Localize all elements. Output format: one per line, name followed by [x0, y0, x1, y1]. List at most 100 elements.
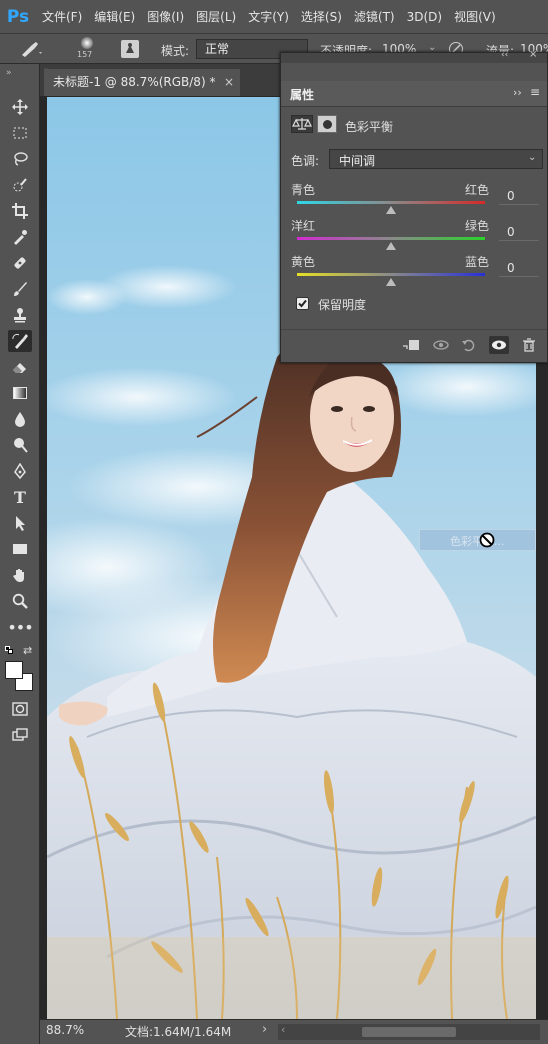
gradient-tool[interactable]: [8, 382, 32, 404]
more-tools[interactable]: •••: [7, 616, 33, 638]
view-previous-state-button[interactable]: [431, 336, 451, 354]
toggle-visibility-button[interactable]: [489, 336, 509, 354]
scrollbar-thumb[interactable]: [362, 1027, 456, 1037]
magenta-green-slider[interactable]: 洋红 绿色 0: [291, 217, 541, 253]
quick-mask-icon: [12, 702, 28, 716]
clip-to-layer-button[interactable]: [401, 336, 421, 354]
panel-drag-bar[interactable]: ‹‹ ×: [281, 49, 547, 63]
menu-select[interactable]: 选择(S): [295, 0, 348, 34]
menu-file[interactable]: 文件(F): [36, 0, 88, 34]
move-tool[interactable]: [8, 96, 32, 118]
eyedropper-tool[interactable]: [8, 226, 32, 248]
marquee-tool[interactable]: [8, 122, 32, 144]
document-tab-close[interactable]: ×: [224, 69, 234, 96]
layer-mask-button[interactable]: [317, 115, 337, 133]
rectangle-tool[interactable]: [8, 538, 32, 560]
checkmark-icon: [298, 299, 307, 308]
menu-3d[interactable]: 3D(D): [401, 0, 448, 34]
screen-mode-button[interactable]: [8, 724, 32, 746]
brush-panel-toggle[interactable]: [121, 40, 139, 58]
panel-collapse-icon[interactable]: ‹‹: [501, 50, 508, 60]
eraser-tool[interactable]: [8, 356, 32, 378]
gradient-icon: [13, 387, 27, 399]
history-brush-tool[interactable]: [8, 330, 32, 352]
crop-tool[interactable]: [8, 200, 32, 222]
type-icon: T: [14, 487, 26, 507]
menu-layer[interactable]: 图层(L): [190, 0, 242, 34]
mode-label: 模式:: [161, 44, 190, 58]
tools-panel: » T ••• ⇄: [0, 64, 40, 1044]
lasso-tool[interactable]: [8, 148, 32, 170]
zoom-tool[interactable]: [8, 590, 32, 612]
zoom-icon: [12, 593, 28, 609]
hand-icon: [13, 569, 24, 582]
screen-mode-icon: [12, 728, 28, 741]
menu-image[interactable]: 图像(I): [141, 0, 190, 34]
brush-icon: [14, 282, 27, 296]
quick-select-tool[interactable]: [8, 174, 32, 196]
toolbar-collapse-arrows[interactable]: »: [6, 68, 12, 78]
path-selection-tool[interactable]: [8, 512, 32, 534]
panel-expand-icon[interactable]: ››: [513, 86, 522, 99]
rectangle-icon: [13, 544, 27, 554]
tool-preset-picker[interactable]: [18, 40, 44, 58]
menu-view[interactable]: 视图(V): [448, 0, 502, 34]
slider-value[interactable]: 0: [499, 225, 539, 241]
swap-colors-icon[interactable]: ⇄: [23, 644, 32, 657]
eyedropper-icon: [14, 230, 27, 245]
slider-handle[interactable]: [386, 242, 396, 250]
blur-tool[interactable]: [8, 408, 32, 430]
healing-brush-tool[interactable]: [8, 252, 32, 274]
brush-tool[interactable]: [8, 278, 32, 300]
mode-value: 正常: [205, 42, 230, 56]
yellow-blue-slider[interactable]: 黄色 蓝色 0: [291, 253, 541, 289]
dodge-tool[interactable]: [8, 434, 32, 456]
blur-icon: [15, 412, 25, 427]
slider-track[interactable]: [297, 273, 485, 276]
menu-edit[interactable]: 编辑(E): [88, 0, 141, 34]
scroll-left-icon[interactable]: ‹: [281, 1023, 285, 1036]
stamp-icon: [14, 308, 26, 323]
menu-type[interactable]: 文字(Y): [242, 0, 295, 34]
crop-icon: [12, 203, 28, 219]
pen-tool[interactable]: [8, 460, 32, 482]
cyan-red-slider[interactable]: 青色 红色 0: [291, 181, 541, 217]
marquee-icon: [13, 127, 27, 139]
foreground-color-swatch[interactable]: [5, 661, 23, 679]
status-menu-arrow-icon[interactable]: ›: [262, 1022, 267, 1037]
quick-mask-button[interactable]: [8, 698, 32, 720]
document-info: 文档:1.64M/1.64M: [125, 1025, 232, 1039]
view-previous-icon: [433, 340, 449, 350]
default-colors-icon[interactable]: [5, 646, 13, 654]
reset-button[interactable]: [459, 336, 479, 354]
tone-select[interactable]: 中间调 ⌄: [329, 149, 543, 169]
delete-adjustment-button[interactable]: [519, 336, 539, 354]
slider-track[interactable]: [297, 201, 485, 204]
brush-size-picker[interactable]: 157: [76, 36, 98, 62]
more-icon: •••: [7, 617, 33, 637]
slider-handle[interactable]: [386, 278, 396, 286]
slider-value[interactable]: 0: [499, 189, 539, 205]
slider-handle[interactable]: [386, 206, 396, 214]
slider-value[interactable]: 0: [499, 261, 539, 277]
clone-stamp-tool[interactable]: [8, 304, 32, 326]
panel-menu-icon[interactable]: ≡: [530, 85, 540, 99]
panel-close-icon[interactable]: ×: [529, 49, 537, 60]
reset-icon: [462, 339, 475, 352]
clip-layer-icon: [403, 340, 419, 350]
no-drop-cursor-icon: [479, 532, 495, 548]
horizontal-scrollbar[interactable]: ‹: [278, 1023, 540, 1040]
slider-track[interactable]: [297, 237, 485, 240]
lasso-icon: [14, 152, 28, 166]
hand-tool[interactable]: [8, 564, 32, 586]
adjustment-type-button[interactable]: [291, 115, 313, 133]
panel-title: 属性: [290, 88, 315, 102]
document-tab[interactable]: 未标题-1 @ 88.7%(RGB/8) * ×: [44, 69, 240, 96]
preserve-luminosity-checkbox[interactable]: [296, 297, 309, 310]
menu-filter[interactable]: 滤镜(T): [348, 0, 401, 34]
type-tool[interactable]: T: [8, 486, 32, 508]
trash-icon: [523, 338, 535, 352]
slider-left-label: 洋红: [291, 219, 316, 233]
adjustment-name: 色彩平衡: [345, 120, 394, 134]
zoom-level[interactable]: 88.7%: [46, 1023, 84, 1037]
